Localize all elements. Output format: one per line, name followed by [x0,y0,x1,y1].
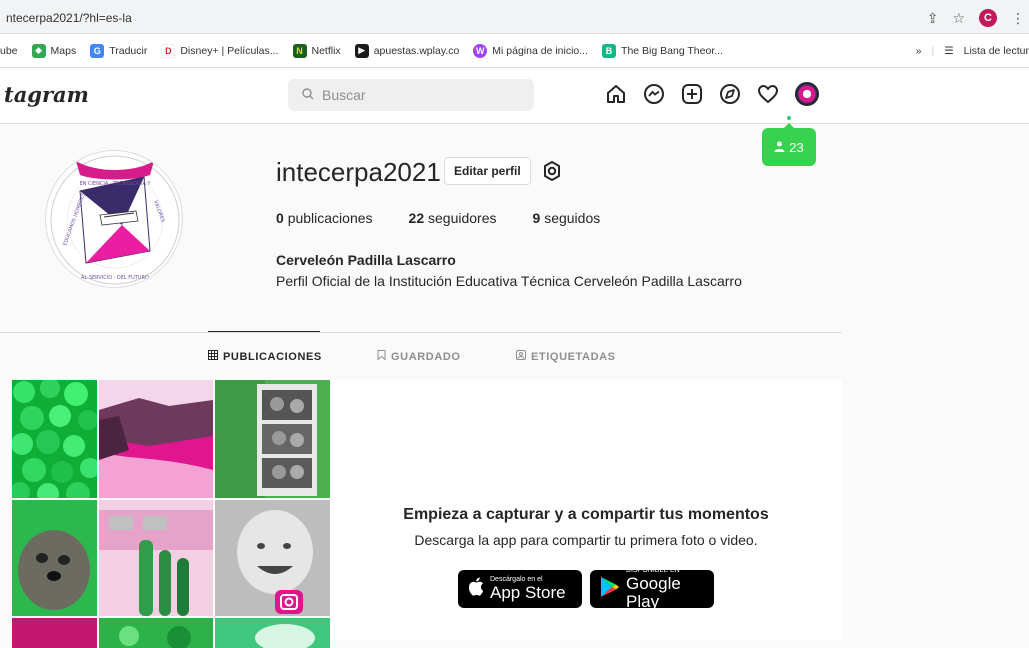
following-stat[interactable]: 9 seguidos [533,210,601,226]
svg-text:EN CIENCIA · TECNOLOGIA Y: EN CIENCIA · TECNOLOGIA Y [80,181,152,187]
followers-stat[interactable]: 22 seguidores [409,210,497,226]
bookmark-disney[interactable]: D Disney+ | Películas... [161,43,279,58]
messenger-icon[interactable] [643,83,665,105]
profile-bio: Perfil Oficial de la Institución Educati… [276,273,742,289]
bigbang-icon: B [602,43,617,58]
bookmarks-bar: ube ◆ Maps G Traducir D Disney+ | Películas… [0,34,1029,68]
browser-profile-avatar[interactable]: C [979,9,997,27]
address-bar[interactable]: ntecerpa2021/?hl=es-la [0,6,910,30]
google-play-icon [600,576,620,603]
empty-state-panel: Empieza a capturar y a compartir tus mom… [330,380,842,640]
settings-gear-icon[interactable] [541,160,563,182]
photo-green-bottom [99,618,213,648]
search-placeholder: Buscar [322,87,366,103]
new-post-icon[interactable] [681,83,703,105]
tab-guardado[interactable]: GUARDADO [377,350,461,363]
app-store-button[interactable]: Descárgalo en el App Store [458,570,582,608]
nav-icons [605,82,819,106]
google-play-text: DISPONIBLE EN Google Play [626,567,681,611]
person-icon [774,140,785,155]
posts-stat: 0 publicaciones [276,210,373,226]
translate-icon: G [90,43,105,58]
bookmark-inicio[interactable]: W Mi página de inicio... [473,43,588,58]
apple-icon [468,577,484,601]
reading-list-icon[interactable]: ☰ [944,45,953,57]
photo-baby [215,500,330,616]
bookmark-youtube[interactable]: ube [0,45,18,57]
wplay-icon: ▶ [354,43,369,58]
active-tab-indicator [208,331,320,332]
google-play-button[interactable]: DISPONIBLE EN Google Play [590,567,714,611]
instagram-navbar: tagram Buscar [0,68,1029,124]
netflix-icon: N [292,43,307,58]
share-icon[interactable]: ⇪ [927,10,939,27]
notification-count: 23 [789,139,804,155]
notification-badge[interactable]: 23 [762,123,816,166]
tabs-divider [0,332,842,333]
photo-magenta-bottom [12,618,97,648]
tab-etiquetadas[interactable]: ETIQUETADAS [516,350,616,363]
profile-avatar[interactable] [795,82,819,106]
grid-icon [208,350,218,363]
sample-photo-grid [12,380,330,648]
photo-cactus-building [99,500,213,616]
svg-text:AL SERVICIO · DEL FUTURO: AL SERVICIO · DEL FUTURO [81,275,149,281]
profile-picture[interactable]: EN CIENCIA · TECNOLOGIA Y EDUCAMOS HOMBR… [45,150,183,288]
maps-icon: ◆ [31,43,46,58]
photo-teal-bottom [215,618,330,648]
photo-photobooth-strip [215,380,330,498]
search-icon [302,87,314,103]
reading-list[interactable]: Lista de lectur [964,45,1029,57]
star-icon[interactable]: ☆ [952,10,965,27]
instagram-logo[interactable]: tagram [4,82,89,107]
home-icon[interactable] [605,83,627,105]
heart-icon[interactable] [757,83,779,105]
browser-toolbar: ntecerpa2021/?hl=es-la ⇪ ☆ C ⋮ [0,0,1029,34]
bookmark-netflix[interactable]: N Netflix [292,43,341,58]
browser-actions: ⇪ ☆ C ⋮ [927,6,1029,30]
bookmark-traducir[interactable]: G Traducir [90,43,147,58]
bookmark-maps[interactable]: ◆ Maps [31,43,76,58]
tag-icon [516,350,526,363]
bookmark-wplay[interactable]: ▶ apuestas.wplay.co [354,43,459,58]
school-crest-logo: EN CIENCIA · TECNOLOGIA Y EDUCAMOS HOMBR… [50,155,180,285]
disney-icon: D [161,43,176,58]
bookmark-bigbang[interactable]: B The Big Bang Theor... [602,43,723,58]
profile-username: intecerpa2021 [276,157,441,187]
bookmark-icon [377,350,386,363]
activity-dot [787,116,791,120]
separator: | [931,45,935,57]
tab-publicaciones[interactable]: PUBLICACIONES [208,350,322,363]
profile-full-name: Cerveleón Padilla Lascarro [276,252,456,268]
app-store-text: Descárgalo en el App Store [490,576,566,602]
empty-state-title: Empieza a capturar y a compartir tus mom… [403,506,769,523]
search-input[interactable]: Buscar [288,79,534,111]
empty-state-subtitle: Descarga la app para compartir tu primer… [414,532,758,548]
photo-magenta-coast [99,380,213,498]
menu-icon[interactable]: ⋮ [1011,10,1025,27]
profile-stats: 0 publicaciones 22 seguidores 9 seguidos [276,210,600,226]
edit-profile-button[interactable]: Editar perfil [444,157,531,185]
photo-green-balls [12,380,97,498]
url-text[interactable]: ntecerpa2021/?hl=es-la [6,11,132,25]
bookmarks-right: » | ☰ Lista de lectur [916,34,1029,68]
explore-icon[interactable] [719,83,741,105]
bookmarks-overflow[interactable]: » [916,45,922,57]
homepage-icon: W [473,43,488,58]
photo-dog [12,500,97,616]
